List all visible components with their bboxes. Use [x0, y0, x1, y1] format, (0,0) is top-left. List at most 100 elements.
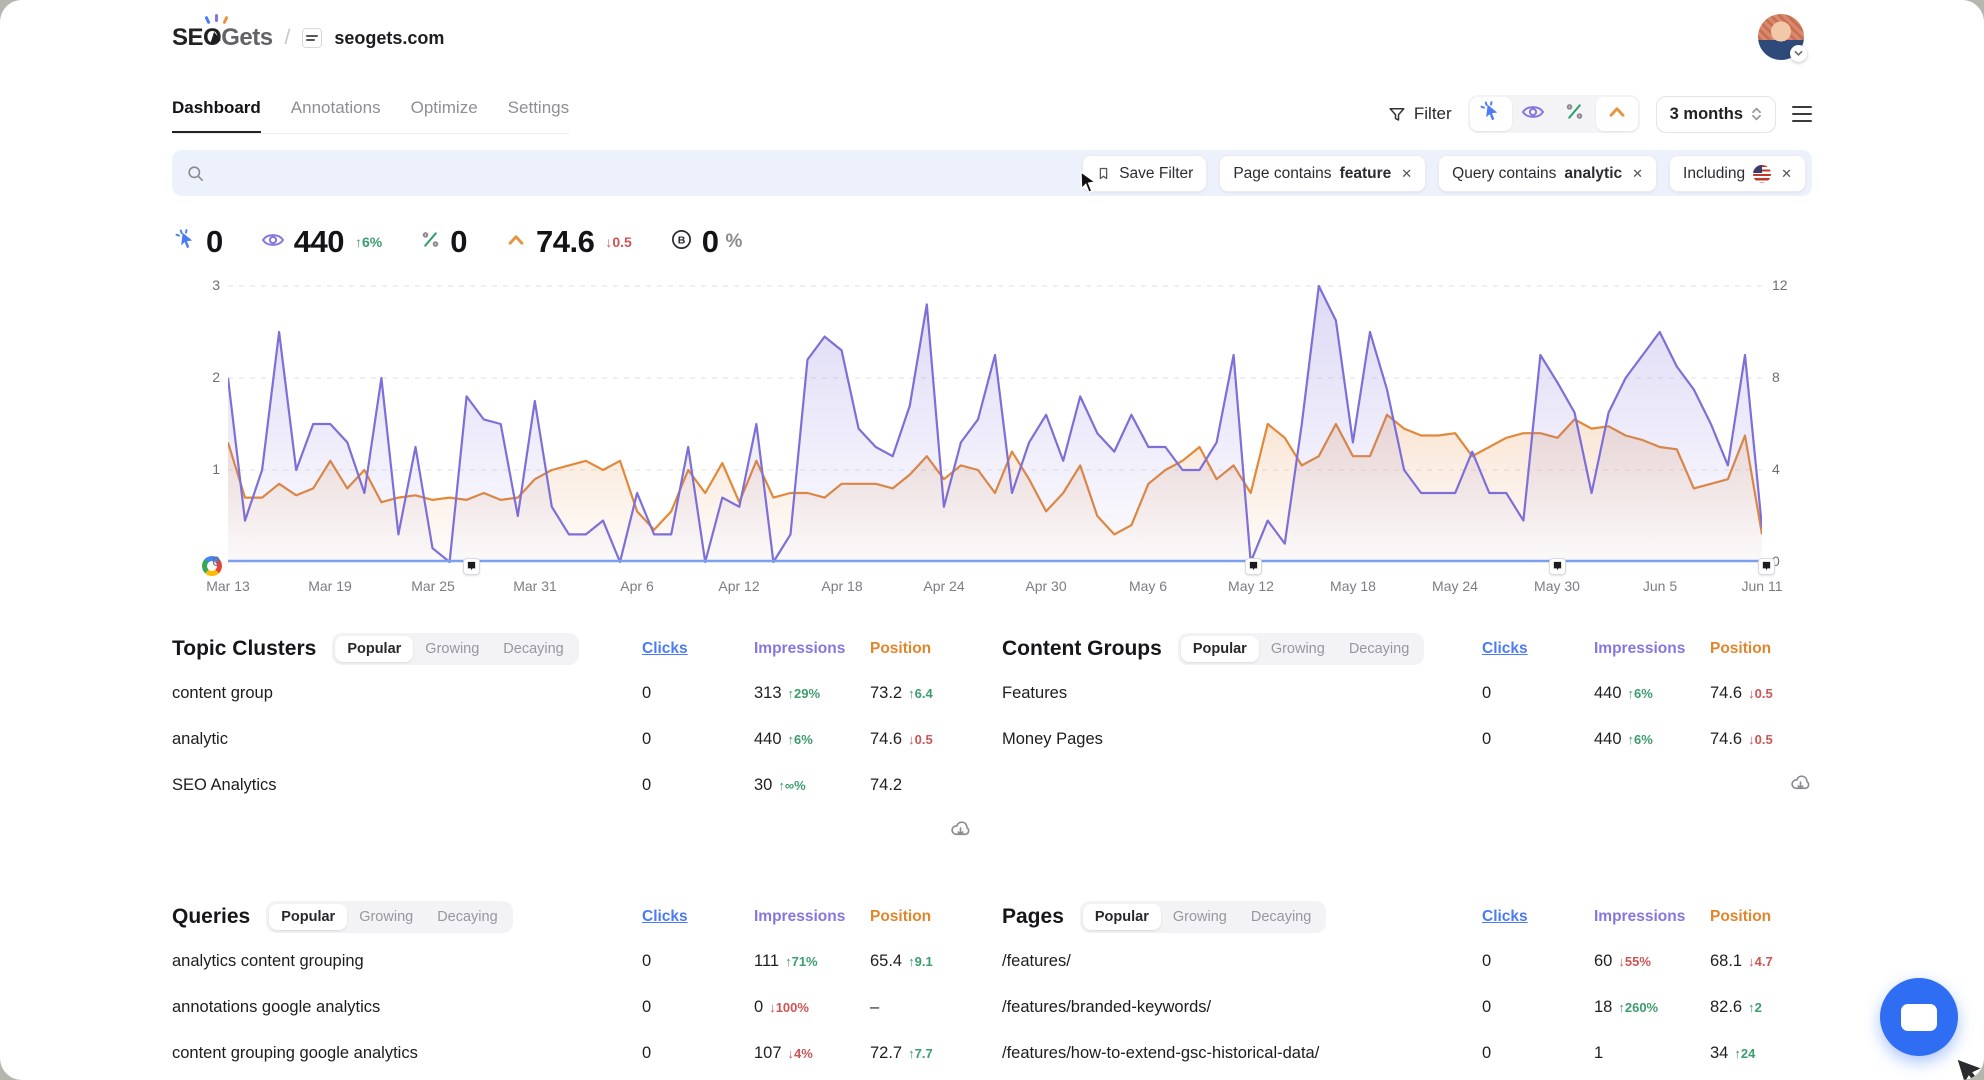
- clicks-toggle[interactable]: [1470, 97, 1512, 131]
- column-header-impressions[interactable]: Impressions: [1594, 908, 1710, 926]
- section-topic-clusters: Topic Clusters PopularGrowingDecaying Cl…: [172, 628, 972, 846]
- tab-dashboard[interactable]: Dashboard: [172, 98, 261, 133]
- table-row[interactable]: /features/how-to-extend-gsc-historical-d…: [1002, 1030, 1812, 1076]
- table-row[interactable]: content grouping google analytics0107↓4%…: [172, 1030, 972, 1076]
- row-position: 74.6↓0.5: [870, 730, 972, 749]
- chip-query-contains[interactable]: Query containsanalytic ✕: [1438, 155, 1657, 192]
- filter-button[interactable]: Filter: [1388, 104, 1452, 124]
- table-row[interactable]: /features/branded-keywords/018↑260%82.6↑…: [1002, 984, 1812, 1030]
- save-filter-button[interactable]: Save Filter: [1082, 155, 1207, 192]
- x-tick-label: Apr 24: [923, 578, 964, 594]
- column-header-position[interactable]: Position: [1710, 908, 1812, 926]
- row-name[interactable]: analytics content grouping: [172, 952, 642, 971]
- annotation-flag-icon[interactable]: [463, 558, 480, 575]
- row-name[interactable]: analytic: [172, 730, 642, 749]
- close-icon[interactable]: ✕: [1401, 166, 1412, 182]
- tab-settings[interactable]: Settings: [508, 98, 569, 133]
- column-header-clicks[interactable]: Clicks: [642, 640, 754, 658]
- tab-pages-decaying[interactable]: Decaying: [1239, 904, 1323, 930]
- column-header-impressions[interactable]: Impressions: [1594, 640, 1710, 658]
- annotation-flag-icon[interactable]: [1549, 558, 1566, 575]
- column-header-position[interactable]: Position: [1710, 640, 1812, 658]
- table-row[interactable]: /features/060↓55%68.1↓4.7: [1002, 938, 1812, 984]
- column-header-clicks[interactable]: Clicks: [642, 908, 754, 926]
- close-icon[interactable]: ✕: [1632, 166, 1643, 182]
- row-clicks: 0: [642, 730, 754, 749]
- row-name[interactable]: content grouping google analytics: [172, 1044, 642, 1063]
- export-cloud-icon[interactable]: [1789, 771, 1812, 799]
- table-row[interactable]: content group0313↑29%73.2↑6.4: [172, 670, 972, 716]
- ctr-icon: [420, 229, 441, 255]
- kpi-branded-value: 0: [702, 224, 719, 260]
- site-name[interactable]: seogets.com: [334, 28, 444, 49]
- ctr-toggle[interactable]: [1554, 97, 1596, 131]
- data-sections: Topic Clusters PopularGrowingDecaying Cl…: [172, 628, 1812, 1080]
- tab-queries-popular[interactable]: Popular: [269, 904, 347, 930]
- table-row[interactable]: analytics content grouping0111↑71%65.4↑9…: [172, 938, 972, 984]
- user-avatar[interactable]: [1758, 14, 1804, 60]
- table-row[interactable]: analytics seo features025↓81%66.6↓3.2: [172, 1076, 972, 1080]
- performance-chart[interactable]: 321012840 Mar 13Mar 19Mar 25Mar 31Apr 6A…: [228, 282, 1762, 612]
- kpi-branded: B0%: [670, 224, 743, 260]
- tab-optimize[interactable]: Optimize: [411, 98, 478, 133]
- site-favicon: [302, 28, 322, 48]
- row-impressions: 1: [1594, 1044, 1710, 1063]
- clicks-icon: [174, 228, 197, 256]
- row-name[interactable]: Features: [1002, 684, 1482, 703]
- row-position: 68.1↓4.7: [1710, 952, 1812, 971]
- column-header-position[interactable]: Position: [870, 640, 972, 658]
- row-clicks: 0: [642, 776, 754, 795]
- tab-topic-clusters-growing[interactable]: Growing: [413, 636, 491, 662]
- column-header-clicks[interactable]: Clicks: [1482, 908, 1594, 926]
- row-clicks: 0: [642, 684, 754, 703]
- tab-topic-clusters-popular[interactable]: Popular: [335, 636, 413, 662]
- table-row[interactable]: SEO Analytics030↑∞%74.2: [172, 762, 972, 808]
- column-header-clicks[interactable]: Clicks: [1482, 640, 1594, 658]
- row-name[interactable]: /features/: [1002, 952, 1482, 971]
- table-row[interactable]: annotations google analytics00↓100%–: [172, 984, 972, 1030]
- row-clicks: 0: [642, 1044, 754, 1063]
- row-name[interactable]: content group: [172, 684, 642, 703]
- tab-topic-clusters-decaying[interactable]: Decaying: [491, 636, 575, 662]
- tab-annotations[interactable]: Annotations: [291, 98, 381, 133]
- column-header-impressions[interactable]: Impressions: [754, 908, 870, 926]
- table-row[interactable]: Money Pages0440↑6%74.6↓0.5: [1002, 716, 1812, 762]
- hamburger-menu-icon[interactable]: [1792, 106, 1812, 122]
- annotation-flag-icon[interactable]: [1245, 558, 1262, 575]
- row-name[interactable]: annotations google analytics: [172, 998, 642, 1017]
- column-header-position[interactable]: Position: [870, 908, 972, 926]
- table-row[interactable]: Features0440↑6%74.6↓0.5: [1002, 670, 1812, 716]
- table-row[interactable]: /features/topic-clusters/029↑12%83.4↓8.4: [1002, 1076, 1812, 1080]
- tab-queries-decaying[interactable]: Decaying: [425, 904, 509, 930]
- brand-logo[interactable]: SEOGets: [172, 24, 273, 52]
- row-name[interactable]: /features/branded-keywords/: [1002, 998, 1482, 1017]
- row-name[interactable]: /features/how-to-extend-gsc-historical-d…: [1002, 1044, 1482, 1063]
- tab-pages-growing[interactable]: Growing: [1161, 904, 1239, 930]
- row-clicks: 0: [1482, 730, 1594, 749]
- column-header-impressions[interactable]: Impressions: [754, 640, 870, 658]
- row-impressions: 30↑∞%: [754, 776, 870, 795]
- section-tabs: PopularGrowingDecaying: [266, 901, 512, 933]
- tab-pages-popular[interactable]: Popular: [1083, 904, 1161, 930]
- tab-queries-growing[interactable]: Growing: [347, 904, 425, 930]
- kpi-clicks: 0: [174, 224, 223, 260]
- kpi-position-delta: ↓0.5: [605, 234, 631, 250]
- chip-including-country[interactable]: Including ✕: [1669, 155, 1806, 192]
- position-toggle[interactable]: [1596, 97, 1638, 131]
- svg-text:B: B: [677, 234, 685, 246]
- row-name[interactable]: SEO Analytics: [172, 776, 642, 795]
- chip-page-contains[interactable]: Page containsfeature ✕: [1219, 155, 1426, 192]
- tab-content-groups-popular[interactable]: Popular: [1181, 636, 1259, 662]
- annotation-flag-icon[interactable]: [1758, 558, 1775, 575]
- export-cloud-icon[interactable]: [949, 817, 972, 845]
- tab-content-groups-decaying[interactable]: Decaying: [1337, 636, 1421, 662]
- impressions-toggle[interactable]: [1512, 97, 1554, 131]
- table-row[interactable]: analytic0440↑6%74.6↓0.5: [172, 716, 972, 762]
- x-tick-label: Apr 18: [821, 578, 862, 594]
- row-name[interactable]: Money Pages: [1002, 730, 1482, 749]
- close-icon[interactable]: ✕: [1781, 166, 1792, 182]
- row-impressions: 107↓4%: [754, 1044, 870, 1063]
- period-select[interactable]: 3 months: [1656, 96, 1776, 133]
- chat-widget-button[interactable]: [1880, 978, 1958, 1056]
- tab-content-groups-growing[interactable]: Growing: [1259, 636, 1337, 662]
